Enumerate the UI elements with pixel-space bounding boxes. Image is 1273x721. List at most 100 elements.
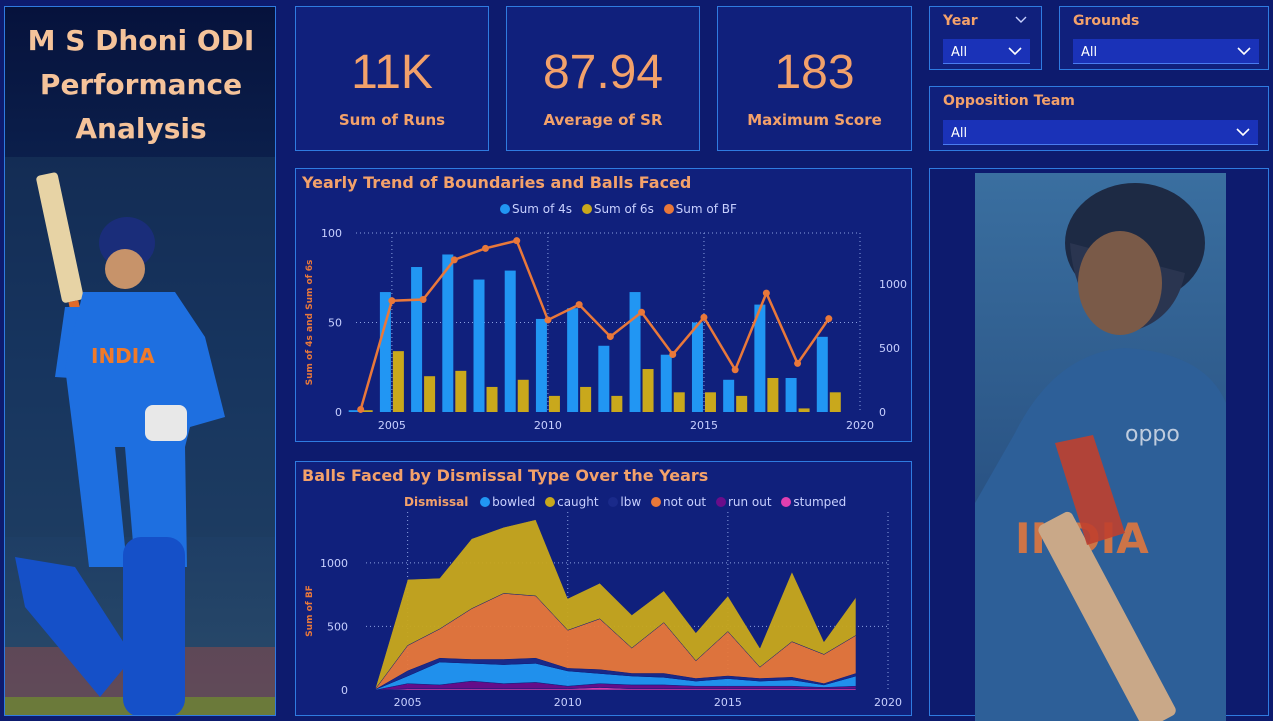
bf-point (450, 256, 458, 264)
right-photo-panel: INDIA oppo (929, 168, 1269, 721)
bf-point (419, 295, 427, 303)
grounds-dropdown-value: All (1081, 45, 1098, 60)
left-hero-panel: INDIA M S Dhoni ODI Performance Analysis (4, 6, 276, 716)
fours-bar (473, 279, 485, 412)
dashboard-title: M S Dhoni ODI Performance Analysis (5, 19, 275, 151)
right-player-photo: INDIA oppo (975, 173, 1226, 721)
y2-tick-label: 500 (879, 342, 900, 355)
fours-bar (535, 318, 547, 412)
x-tick-label: 2005 (394, 696, 422, 709)
dismissal-chart-panel[interactable]: Balls Faced by Dismissal Type Over the Y… (295, 461, 912, 716)
fours-bar (723, 379, 735, 412)
dismissal-area-chart[interactable]: 0 500 1000 2005 2010 2015 2020 Sum of BF (296, 462, 911, 715)
bf-point (731, 366, 739, 374)
y2-tick-label: 0 (879, 406, 886, 419)
fours-bar (567, 308, 579, 412)
svg-text:INDIA: INDIA (91, 344, 155, 368)
fours-bar (504, 270, 516, 412)
title-line-3: Analysis (75, 112, 207, 145)
sixes-bar (611, 395, 623, 412)
sixes-bar (798, 408, 810, 412)
x-tick-label: 2015 (690, 419, 718, 432)
bf-point (794, 359, 802, 367)
fours-bar (660, 354, 672, 412)
bf-point (513, 237, 521, 245)
fours-bar (442, 254, 454, 412)
sixes-bar (580, 386, 592, 412)
x-tick-label: 2020 (846, 419, 874, 432)
chevron-down-icon (1237, 47, 1251, 56)
kpi-runs-value: 11K (351, 46, 433, 99)
grounds-slicer[interactable]: Grounds All (1059, 6, 1269, 70)
y2-tick-label: 1000 (879, 278, 907, 291)
kpi-max-score-value: 183 (774, 46, 855, 99)
chevron-down-icon (1008, 47, 1022, 56)
kpi-card-sr[interactable]: 87.94 Average of SR (506, 6, 700, 151)
grounds-dropdown[interactable]: All (1073, 39, 1259, 64)
sixes-bar (829, 392, 841, 412)
sixes-bar (486, 386, 498, 412)
x-tick-label: 2010 (554, 696, 582, 709)
x-tick-label: 2010 (534, 419, 562, 432)
kpi-card-runs[interactable]: 11K Sum of Runs (295, 6, 489, 151)
sixes-bar (704, 392, 716, 412)
sixes-bar (455, 370, 467, 412)
sixes-bar (673, 392, 685, 412)
opposition-dropdown-value: All (951, 126, 968, 141)
y-tick-label: 0 (341, 684, 348, 697)
y-tick-label: 100 (321, 227, 342, 240)
kpi-runs-label: Sum of Runs (338, 111, 446, 129)
sixes-bar (424, 376, 436, 412)
fours-bar (785, 377, 797, 412)
kpi-sr-label: Average of SR (543, 111, 663, 129)
x-tick-label: 2005 (378, 419, 406, 432)
title-line-2: Performance (39, 68, 243, 101)
boundaries-balls-chart[interactable]: 050100050010002005 2010 2015 2020Sum of 4s … (296, 169, 911, 441)
opposition-dropdown[interactable]: All (943, 120, 1258, 145)
y-axis-title: Sum of BF (305, 585, 315, 637)
bf-point (762, 289, 770, 297)
bf-point (825, 315, 833, 323)
bf-point (388, 297, 396, 305)
bf-point (544, 316, 552, 324)
x-tick-label: 2020 (874, 696, 902, 709)
opposition-slicer-label: Opposition Team (943, 93, 1075, 109)
x-tick-label: 2015 (714, 696, 742, 709)
sixes-bar (642, 369, 654, 412)
fours-bar (411, 267, 423, 412)
sixes-bar (392, 351, 404, 412)
sixes-bar (548, 395, 560, 412)
y-tick-label: 0 (335, 406, 342, 419)
bf-point (669, 350, 677, 358)
bf-point (700, 313, 708, 321)
chevron-down-icon (1236, 128, 1250, 137)
kpi-sr-value: 87.94 (542, 46, 664, 99)
year-dropdown[interactable]: All (943, 39, 1030, 64)
year-slicer-label: Year (943, 13, 978, 29)
bf-point (482, 244, 490, 252)
fours-bar (598, 345, 610, 412)
opposition-team-slicer[interactable]: Opposition Team All (929, 86, 1269, 151)
sixes-bar (767, 377, 779, 412)
fours-bar (816, 336, 828, 412)
svg-text:oppo: oppo (1125, 422, 1180, 447)
title-line-1: M S Dhoni ODI (27, 24, 255, 57)
kpi-card-max-score[interactable]: 183 Maximum Score (717, 6, 912, 151)
y-axis-title: Sum of 4s and Sum of 6s (305, 260, 315, 386)
bf-point (575, 301, 583, 309)
kpi-max-score-label: Maximum Score (747, 111, 882, 129)
sixes-bar (736, 395, 748, 412)
y-tick-label: 50 (328, 317, 342, 330)
bf-point (638, 308, 646, 316)
bf-point (606, 333, 614, 341)
y-tick-label: 500 (327, 620, 348, 633)
bf-point (357, 405, 365, 413)
year-dropdown-value: All (951, 45, 968, 60)
year-slicer-collapse-icon[interactable] (1015, 16, 1027, 24)
boundaries-balls-chart-panel[interactable]: Yearly Trend of Boundaries and Balls Fac… (295, 168, 912, 442)
fours-bar (691, 322, 703, 412)
sixes-bar (517, 379, 529, 412)
y-tick-label: 1000 (320, 557, 348, 570)
grounds-slicer-label: Grounds (1073, 13, 1140, 29)
year-slicer[interactable]: Year All (929, 6, 1042, 70)
